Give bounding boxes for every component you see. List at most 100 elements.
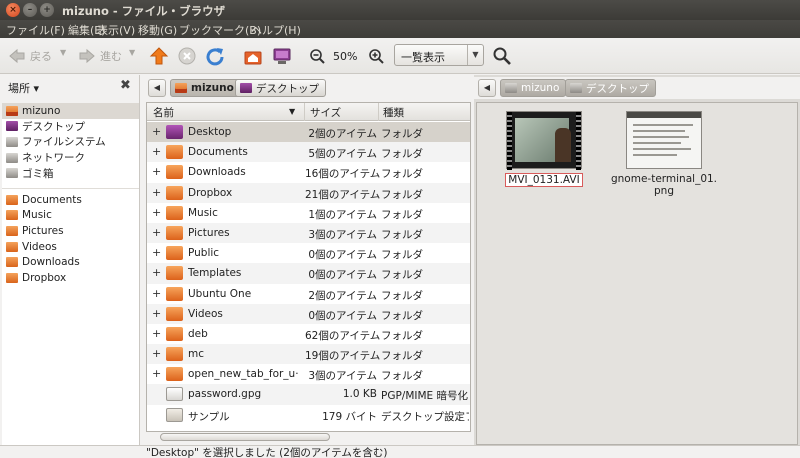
table-row[interactable]: password.gpg 1.0 KB PGP/MIME 暗号化 xyxy=(147,384,470,405)
menu-help[interactable]: ヘルプ(H) xyxy=(251,22,301,38)
table-row[interactable]: + Documents 5個のアイテム フォルダ xyxy=(147,142,470,163)
icon-view: MVI_0131.AVI gnome-terminal_01. png xyxy=(476,102,798,445)
column-type-header[interactable]: 種類 xyxy=(383,105,404,120)
trash-icon xyxy=(6,168,18,179)
table-row[interactable]: + Templates 0個のアイテム フォルダ xyxy=(147,263,470,284)
close-window-button[interactable]: × xyxy=(6,3,20,17)
breadcrumb-desktop[interactable]: デスクトップ xyxy=(565,79,656,97)
expand-icon[interactable]: + xyxy=(152,186,162,199)
sidebar-item-music[interactable]: Music xyxy=(2,208,139,224)
back-button[interactable]: 戻る xyxy=(8,44,52,68)
table-row[interactable]: + open_new_tab_for_u··· 3個のアイテム フォルダ xyxy=(147,364,470,384)
forward-button[interactable]: 進む xyxy=(78,44,122,68)
sidebar-item-filesystem[interactable]: ファイルシステム xyxy=(2,134,139,150)
expand-icon[interactable]: + xyxy=(152,347,162,360)
sidebar-places-selector[interactable]: 場所 ▾ xyxy=(8,80,39,96)
expand-icon[interactable]: + xyxy=(152,125,162,138)
sidebar-item-documents[interactable]: Documents xyxy=(2,192,139,208)
expand-icon[interactable]: + xyxy=(152,307,162,320)
table-row[interactable]: + deb 62個のアイテム フォルダ xyxy=(147,324,470,344)
expand-icon[interactable]: + xyxy=(152,266,162,279)
table-row[interactable]: + mc 19個のアイテム フォルダ xyxy=(147,344,470,365)
video-thumbnail xyxy=(506,111,582,170)
maximize-window-button[interactable]: + xyxy=(40,3,54,17)
table-row[interactable]: + Desktop 2個のアイテム フォルダ xyxy=(147,122,470,143)
file-name: Pictures xyxy=(188,226,230,239)
up-arrow-icon xyxy=(149,47,169,65)
column-divider[interactable] xyxy=(378,103,379,121)
view-mode-select[interactable]: 一覧表示 ▼ xyxy=(394,44,484,66)
menu-view[interactable]: 表示(V) xyxy=(97,22,135,38)
table-row[interactable]: + Pictures 3個のアイテム フォルダ xyxy=(147,222,470,244)
expand-icon[interactable]: + xyxy=(152,246,162,259)
folder-icon xyxy=(166,185,183,200)
column-divider[interactable] xyxy=(304,103,305,121)
expand-icon[interactable]: + xyxy=(152,145,162,158)
breadcrumb-mizuno[interactable]: mizuno xyxy=(500,79,567,97)
sidebar-item-downloads[interactable]: Downloads xyxy=(2,254,139,270)
file-list: 名前 ▼ サイズ 種類 + Desktop 2個のアイテム フォルダ + Doc… xyxy=(146,102,471,432)
breadcrumb-label: mizuno xyxy=(191,82,234,94)
table-row[interactable]: + Music 1個のアイテム フォルダ xyxy=(147,203,470,223)
sidebar-item-mizuno[interactable]: mizuno xyxy=(2,103,139,119)
table-row[interactable]: サンプル 179 バイト デスクトップ設定ファ xyxy=(147,405,470,425)
sidebar-item-trash[interactable]: ゴミ箱 xyxy=(2,165,139,181)
breadcrumb-label: mizuno xyxy=(521,82,560,94)
sidebar-item-dropbox[interactable]: Dropbox xyxy=(2,270,139,286)
document-icon xyxy=(166,387,183,402)
close-sidebar-icon[interactable]: ✖ xyxy=(120,78,131,93)
pictures-folder-icon xyxy=(166,225,183,240)
sidebar-item-label: Pictures xyxy=(22,224,64,237)
network-icon xyxy=(6,152,18,163)
file-item-video[interactable]: MVI_0131.AVI xyxy=(499,111,589,187)
computer-button[interactable] xyxy=(272,44,292,68)
table-row[interactable]: + Dropbox 21個のアイテム フォルダ xyxy=(147,182,470,203)
home-button[interactable] xyxy=(243,44,263,68)
right-pane: ◀ mizuno デスクトップ MVI_0131.AVI gnome-termi… xyxy=(474,75,800,445)
column-size-header[interactable]: サイズ xyxy=(310,105,341,120)
sidebar-item-desktop[interactable]: デスクトップ xyxy=(2,119,139,135)
expand-icon[interactable]: + xyxy=(152,287,162,300)
menu-bookmarks[interactable]: ブックマーク(B) xyxy=(179,22,261,38)
expand-icon[interactable]: + xyxy=(152,206,162,219)
breadcrumb-mizuno[interactable]: mizuno xyxy=(170,79,241,97)
menu-go[interactable]: 移動(G) xyxy=(138,22,177,38)
file-item-png[interactable]: gnome-terminal_01. png xyxy=(609,111,719,197)
reload-button[interactable] xyxy=(205,44,225,68)
file-size: 0個のアイテム xyxy=(308,249,377,262)
table-row[interactable]: + Videos 0個のアイテム フォルダ xyxy=(147,303,470,324)
menu-file[interactable]: ファイル(F) xyxy=(6,22,65,38)
path-left-scroll-button[interactable]: ◀ xyxy=(148,79,166,97)
forward-history-dropdown[interactable]: ▼ xyxy=(129,48,135,57)
file-name: Music xyxy=(188,206,218,219)
table-row[interactable]: + Public 0個のアイテム フォルダ xyxy=(147,243,470,263)
sidebar-item-pictures[interactable]: Pictures xyxy=(2,223,139,239)
file-item-label: MVI_0131.AVI xyxy=(505,173,583,187)
file-size: 62個のアイテム xyxy=(305,329,381,342)
path-left-scroll-button[interactable]: ◀ xyxy=(478,79,496,97)
file-list-header: 名前 ▼ サイズ 種類 xyxy=(147,103,470,121)
file-type: フォルダ xyxy=(381,289,423,302)
expand-icon[interactable]: + xyxy=(152,367,162,380)
search-button[interactable] xyxy=(492,44,512,68)
zoom-out-button[interactable] xyxy=(309,44,325,68)
expand-icon[interactable]: + xyxy=(152,327,162,340)
horizontal-scrollbar[interactable] xyxy=(146,432,471,442)
breadcrumb-desktop[interactable]: デスクトップ xyxy=(235,79,326,97)
file-name: mc xyxy=(188,348,205,361)
minimize-window-button[interactable]: – xyxy=(23,3,37,17)
sidebar-item-network[interactable]: ネットワーク xyxy=(2,150,139,166)
zoom-in-button[interactable] xyxy=(368,44,384,68)
table-row[interactable]: + Ubuntu One 2個のアイテム フォルダ xyxy=(147,284,470,304)
up-button[interactable] xyxy=(149,44,169,68)
scrollbar-thumb[interactable] xyxy=(160,433,330,441)
expand-icon[interactable]: + xyxy=(152,226,162,239)
forward-arrow-icon xyxy=(79,48,95,64)
column-name-header[interactable]: 名前 xyxy=(153,105,174,120)
stop-button[interactable] xyxy=(178,44,196,68)
sidebar-item-videos[interactable]: Videos xyxy=(2,239,139,255)
table-row[interactable]: + Downloads 16個のアイテム フォルダ xyxy=(147,162,470,182)
file-name: サンプル xyxy=(188,410,230,423)
expand-icon[interactable]: + xyxy=(152,165,162,178)
back-history-dropdown[interactable]: ▼ xyxy=(60,48,66,57)
